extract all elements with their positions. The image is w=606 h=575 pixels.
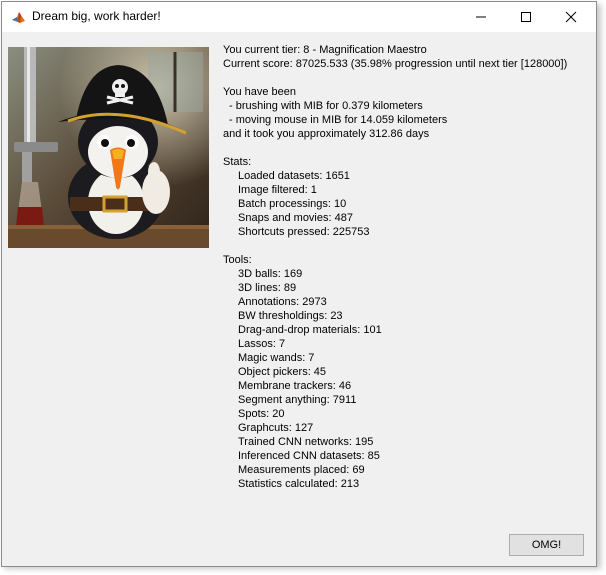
stats-item: Image filtered: 1 <box>238 184 317 196</box>
stats-item: Loaded datasets: 1651 <box>238 170 350 182</box>
tools-item: Segment anything: 7911 <box>238 394 357 406</box>
close-icon <box>565 11 577 23</box>
tools-item: Magic wands: 7 <box>238 352 315 364</box>
stats-heading: Stats: <box>223 156 252 168</box>
minimize-icon <box>476 16 486 18</box>
tools-item: Graphcuts: 127 <box>238 422 314 434</box>
tools-item: Annotations: 2973 <box>238 296 327 308</box>
activity-mouse: - moving mouse in MIB for 14.059 kilomet… <box>229 114 448 126</box>
pirate-puffin-image <box>8 47 209 248</box>
tools-item: 3D lines: 89 <box>238 282 297 294</box>
window-title: Dream big, work harder! <box>32 9 161 23</box>
maximize-button[interactable] <box>503 2 549 32</box>
maximize-icon <box>521 12 531 22</box>
tools-item: 3D balls: 169 <box>238 268 303 280</box>
tools-item: Measurements placed: 69 <box>238 464 365 476</box>
stats-item: Snaps and movies: 487 <box>238 212 353 224</box>
tools-item: Lassos: 7 <box>238 338 286 350</box>
activity-intro: You have been <box>223 86 296 98</box>
matlab-icon <box>11 10 26 25</box>
tier-line: You current tier: 8 - Magnification Maes… <box>223 44 427 56</box>
statistics-text-panel: You current tier: 8 - Magnification Maes… <box>223 43 593 491</box>
tools-item: Object pickers: 45 <box>238 366 327 378</box>
tools-item: Drag-and-drop materials: 101 <box>238 324 382 336</box>
stats-item: Shortcuts pressed: 225753 <box>238 226 370 238</box>
minimize-button[interactable] <box>458 2 504 32</box>
activity-brushing: - brushing with MIB for 0.379 kilometers <box>229 100 423 112</box>
tools-item: Membrane trackers: 46 <box>238 380 352 392</box>
tools-item: Trained CNN networks: 195 <box>238 436 374 448</box>
activity-duration: and it took you approximately 312.86 day… <box>223 128 430 140</box>
tools-item: Spots: 20 <box>238 408 285 420</box>
tools-item: BW thresholdings: 23 <box>238 310 343 322</box>
score-line: Current score: 87025.533 (35.98% progres… <box>223 58 568 70</box>
tools-item: Statistics calculated: 213 <box>238 478 360 490</box>
stats-item: Batch processings: 10 <box>238 198 347 210</box>
tools-heading: Tools: <box>223 254 252 266</box>
omg-button[interactable]: OMG! <box>509 534 584 556</box>
tools-item: Inferenced CNN datasets: 85 <box>238 450 380 462</box>
close-button[interactable] <box>548 2 594 32</box>
title-bar[interactable]: Dream big, work harder! <box>2 2 596 32</box>
dialog-window: Dream big, work harder! You current tier… <box>1 1 597 567</box>
